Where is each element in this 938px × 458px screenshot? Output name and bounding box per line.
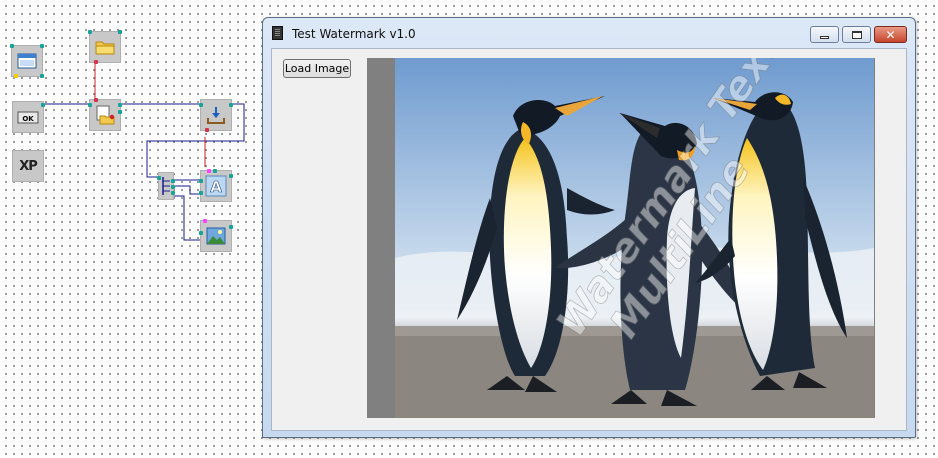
xp-style-icon: XP	[19, 158, 38, 174]
node-open-dialog[interactable]	[88, 98, 122, 131]
app-window: Test Watermark v1.0 ✕ Load Image Waterma…	[262, 17, 916, 438]
ok-button-text: OK	[22, 115, 34, 123]
wire-splitter-to-image	[174, 195, 200, 241]
minimize-icon	[820, 35, 829, 39]
node-form-window[interactable]	[10, 44, 44, 78]
image-panel: Watermark Text MultiLine	[367, 58, 875, 418]
text-node-letter: A	[210, 178, 222, 196]
ok-button-icon: OK	[17, 111, 39, 124]
minimize-button[interactable]	[810, 26, 839, 43]
close-icon: ✕	[885, 27, 896, 42]
node-xp-theme[interactable]: XP	[12, 150, 44, 182]
open-file-dialog-icon	[96, 105, 115, 125]
node-image-display[interactable]	[199, 219, 233, 252]
node-open-folder[interactable]	[88, 30, 122, 64]
app-icon	[272, 26, 283, 40]
client-area: Load Image Watermark Text MultiLine	[271, 48, 907, 431]
load-image-button[interactable]: Load Image	[283, 59, 351, 78]
node-splitter[interactable]	[157, 172, 175, 200]
maximize-icon	[851, 30, 862, 39]
node-button-ok[interactable]: OK	[12, 101, 45, 133]
window-icon	[17, 53, 37, 69]
node-load-image[interactable]	[199, 99, 233, 132]
wire-splitter-to-text-2	[174, 185, 200, 195]
picture-icon	[206, 227, 226, 245]
title-bar[interactable]: Test Watermark v1.0 ✕	[263, 18, 915, 48]
folder-icon	[95, 41, 115, 55]
text-letter-a-icon: A	[205, 175, 227, 197]
penguins-photo: Watermark Text MultiLine	[395, 58, 874, 418]
download-tray-icon	[207, 107, 225, 124]
node-text-watermark[interactable]: A	[199, 169, 233, 202]
close-button[interactable]: ✕	[874, 26, 907, 43]
maximize-button[interactable]	[842, 26, 871, 43]
window-title: Test Watermark v1.0	[292, 27, 416, 41]
